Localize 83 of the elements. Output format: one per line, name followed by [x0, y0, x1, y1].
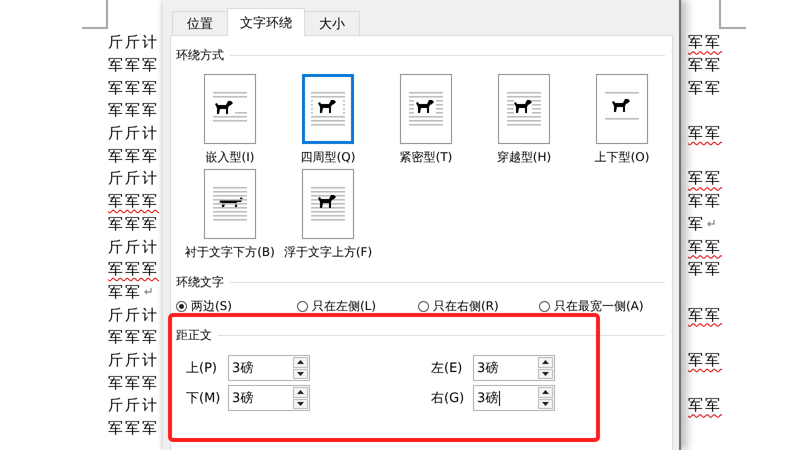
- radio-option[interactable]: 只在最宽一侧(A): [539, 298, 644, 314]
- up-arrow-icon: [542, 360, 549, 364]
- document-text: 斤斤计: [108, 350, 159, 369]
- document-text: 军军军: [108, 260, 159, 278]
- document-text: 军军: [688, 192, 722, 210]
- document-text: 军军: [108, 282, 142, 301]
- tab[interactable]: 文字环绕: [227, 8, 305, 36]
- page-corner-mark: [719, 0, 746, 29]
- document-text: 军军: [688, 56, 722, 74]
- page-corner-mark: [82, 0, 108, 29]
- document-text: 斤斤计: [108, 238, 159, 256]
- field-label: 左(E): [431, 360, 464, 377]
- wrap-style-button[interactable]: [400, 74, 452, 144]
- document-text: 斤斤计: [108, 396, 159, 414]
- document-text: 军军: [688, 350, 722, 369]
- document-text: 军军军: [108, 146, 159, 165]
- wrap-style-button[interactable]: [596, 74, 648, 144]
- radio-option[interactable]: 只在左侧(L): [297, 298, 376, 314]
- radio-option[interactable]: 两边(S): [176, 298, 232, 314]
- document-text: 军军: [688, 124, 722, 142]
- group-title: 环绕方式: [176, 46, 224, 64]
- document-text: 军军: [688, 306, 722, 324]
- document-text: 军军军: [108, 374, 159, 392]
- wrap-style-button[interactable]: [204, 74, 256, 144]
- field-label: 上(P): [186, 360, 218, 377]
- wrap-style-label: 嵌入型(I): [206, 150, 254, 164]
- document-text: 军军: [688, 260, 722, 278]
- down-arrow-icon: [542, 372, 549, 376]
- document-text: 军军军: [108, 56, 159, 74]
- document-text: 军: [688, 214, 705, 233]
- group-title: 距正文: [176, 326, 212, 344]
- tab[interactable]: 大小: [304, 11, 360, 35]
- document-text: 军军: [688, 78, 722, 97]
- up-arrow-icon: [542, 390, 549, 394]
- radio-circle[interactable]: [418, 300, 429, 312]
- document-text: 军军: [688, 33, 722, 52]
- document-text: 军军军: [108, 101, 159, 120]
- spin-down-button[interactable]: [538, 368, 553, 379]
- spin-down-button[interactable]: [293, 398, 308, 409]
- document-text: 军军军: [108, 419, 159, 438]
- spin-field[interactable]: 3磅: [228, 385, 310, 411]
- radio-circle[interactable]: [539, 300, 550, 312]
- document-text: 军军: [688, 169, 722, 188]
- spin-up-button[interactable]: [538, 387, 553, 398]
- down-arrow-icon: [297, 372, 304, 376]
- wrap-style-label: 紧密型(T): [400, 150, 452, 164]
- spin-up-button[interactable]: [293, 387, 308, 398]
- radio-circle[interactable]: [176, 300, 187, 312]
- wrap-style-button[interactable]: [302, 74, 354, 144]
- spin-field[interactable]: 3磅: [473, 355, 555, 381]
- wrap-style-label: 四周型(Q): [300, 150, 356, 164]
- radio-circle[interactable]: [297, 300, 308, 312]
- spin-up-button[interactable]: [538, 357, 553, 368]
- document-text: 军军军: [108, 328, 159, 346]
- wrap-style-label: 浮于文字上方(F): [284, 245, 372, 259]
- field-label: 右(G): [431, 390, 466, 407]
- document-text: 军军军: [108, 214, 159, 233]
- wrap-style-button[interactable]: [302, 169, 354, 239]
- document-text: 斤斤计: [108, 169, 159, 188]
- group-title: 环绕文字: [176, 274, 224, 290]
- field-label: 下(M): [186, 390, 222, 407]
- document-text: 军军: [688, 396, 722, 414]
- spin-field[interactable]: 3磅: [228, 355, 310, 381]
- wrap-style-label: 上下型(O): [594, 150, 650, 164]
- document-text: 斤斤计: [108, 306, 159, 324]
- wrap-style-label: 衬于文字下方(B): [185, 245, 275, 259]
- radio-option[interactable]: 只在右侧(R): [418, 298, 499, 314]
- spin-field[interactable]: 3磅: [473, 385, 555, 411]
- document-text: 军军军: [108, 78, 159, 97]
- wrap-style-label: 穿越型(H): [496, 150, 552, 164]
- spin-up-button[interactable]: [293, 357, 308, 368]
- wrap-style-button[interactable]: [498, 74, 550, 144]
- tab[interactable]: 位置: [172, 11, 228, 35]
- spin-down-button[interactable]: [293, 368, 308, 379]
- up-arrow-icon: [297, 390, 304, 394]
- document-text: 军军: [688, 238, 722, 256]
- down-arrow-icon: [542, 402, 549, 406]
- down-arrow-icon: [297, 402, 304, 406]
- document-text: 军军军: [108, 192, 159, 210]
- document-text: 斤斤计: [108, 33, 159, 52]
- up-arrow-icon: [297, 360, 304, 364]
- spin-down-button[interactable]: [538, 398, 553, 409]
- document-text: 斤斤计: [108, 124, 159, 142]
